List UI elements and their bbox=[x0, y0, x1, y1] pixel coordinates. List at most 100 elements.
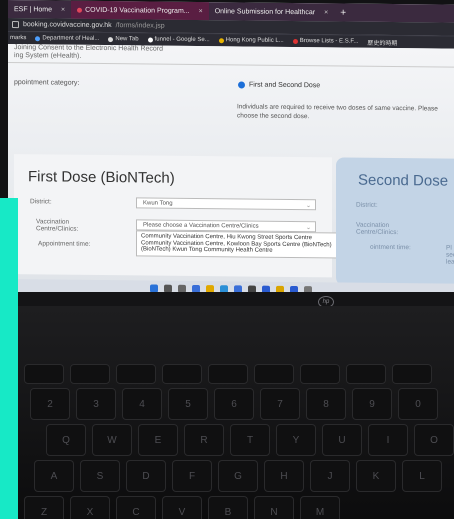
key[interactable]: S bbox=[80, 460, 120, 492]
key[interactable]: Q bbox=[46, 424, 86, 456]
key[interactable]: E bbox=[138, 424, 178, 456]
bookmark-item[interactable]: funnel - Google Se... bbox=[147, 36, 210, 43]
keyboard-row-qwerty: QWERTYUIO bbox=[46, 424, 454, 456]
key[interactable]: 9 bbox=[352, 388, 392, 420]
key[interactable]: H bbox=[264, 460, 304, 492]
close-icon[interactable]: × bbox=[324, 9, 328, 16]
first-second-dose-radio[interactable]: First and Second Dose bbox=[238, 81, 320, 89]
district-select[interactable]: Kwun Tong ⌄ bbox=[136, 197, 316, 211]
first-dose-card: First Dose (BioNTech) bbox=[14, 154, 332, 278]
district-label: District: bbox=[30, 198, 52, 206]
key[interactable] bbox=[254, 364, 294, 384]
key[interactable]: M bbox=[300, 496, 340, 519]
screen-bezel bbox=[10, 292, 454, 306]
key[interactable]: X bbox=[70, 496, 110, 519]
key[interactable]: 4 bbox=[122, 388, 162, 420]
key[interactable] bbox=[346, 364, 386, 384]
second-centre-label: Vaccination Centre/Clinics: bbox=[356, 221, 399, 237]
chevron-down-icon: ⌄ bbox=[305, 203, 311, 210]
key[interactable]: A bbox=[34, 460, 74, 492]
key[interactable]: 0 bbox=[398, 388, 438, 420]
key[interactable]: R bbox=[184, 424, 224, 456]
key[interactable]: J bbox=[310, 460, 350, 492]
second-side-text: Pl sec lea bbox=[446, 244, 454, 266]
first-dose-title: First Dose (BioNTech) bbox=[28, 168, 175, 187]
key[interactable] bbox=[208, 364, 248, 384]
key[interactable]: N bbox=[254, 496, 294, 519]
key[interactable]: F bbox=[172, 460, 212, 492]
divider bbox=[8, 62, 454, 68]
key[interactable]: 7 bbox=[260, 388, 300, 420]
keyboard-row-function bbox=[24, 364, 432, 384]
radio-label: First and Second Dose bbox=[249, 81, 321, 90]
tab-esf-home[interactable]: ESF | Home × bbox=[8, 0, 71, 19]
favicon-icon bbox=[77, 7, 83, 13]
tab-label: Online Submission for Healthcar bbox=[214, 7, 316, 16]
key[interactable]: 6 bbox=[214, 388, 254, 420]
key[interactable]: 5 bbox=[168, 388, 208, 420]
key[interactable]: K bbox=[356, 460, 396, 492]
second-dose-title: Second Dose bbox=[358, 171, 449, 190]
key[interactable]: V bbox=[162, 496, 202, 519]
bookmark-item[interactable]: marks bbox=[10, 35, 26, 41]
keyboard-row-bottom: ZXCVBNM bbox=[24, 496, 340, 519]
google-icon bbox=[147, 36, 153, 43]
key[interactable]: 3 bbox=[76, 388, 116, 420]
appointment-time-label: Appointment time: bbox=[38, 240, 91, 248]
chevron-down-icon: ⌄ bbox=[305, 225, 311, 232]
booking-page: Joining Consent to the Electronic Health… bbox=[8, 44, 454, 300]
key[interactable]: 8 bbox=[306, 388, 346, 420]
keyboard-row-home: ASDFGHJKL bbox=[34, 460, 442, 492]
keyboard-row-numbers: 234567890 bbox=[30, 388, 438, 420]
laptop-photo: ESF | Home × COVID-19 Vaccination Progra… bbox=[0, 0, 454, 519]
key[interactable] bbox=[300, 364, 340, 384]
radio-selected-icon bbox=[238, 81, 245, 89]
key[interactable]: Z bbox=[24, 496, 64, 519]
key[interactable]: 2 bbox=[30, 388, 70, 420]
key[interactable] bbox=[24, 364, 64, 384]
globe-icon bbox=[35, 35, 41, 41]
second-appointment-time-label: ointment time: bbox=[370, 243, 411, 252]
key[interactable]: B bbox=[208, 496, 248, 519]
lock-icon bbox=[12, 21, 19, 29]
bookmark-item[interactable]: 歷史的時期 bbox=[367, 37, 397, 46]
bookmark-item[interactable]: Browse Lists - E.S.F... bbox=[292, 38, 358, 45]
key[interactable]: L bbox=[402, 460, 442, 492]
key[interactable]: I bbox=[368, 424, 408, 456]
tab-covid-vaccination[interactable]: COVID-19 Vaccination Program... × bbox=[71, 0, 209, 21]
key[interactable]: U bbox=[322, 424, 362, 456]
key[interactable]: T bbox=[230, 424, 270, 456]
key[interactable]: Y bbox=[276, 424, 316, 456]
bookmark-item[interactable]: New Tab bbox=[108, 36, 139, 42]
teal-background-strip bbox=[0, 198, 18, 519]
new-tab-button[interactable]: + bbox=[334, 3, 352, 21]
key[interactable]: W bbox=[92, 424, 132, 456]
list-icon bbox=[292, 38, 298, 44]
plus-icon: + bbox=[340, 6, 347, 19]
globe-icon bbox=[108, 36, 114, 42]
tab-online-submission[interactable]: Online Submission for Healthcar × bbox=[209, 2, 334, 21]
tab-label: ESF | Home bbox=[14, 5, 52, 13]
second-district-label: District: bbox=[356, 201, 378, 209]
key[interactable] bbox=[116, 364, 156, 384]
dose-description: Individuals are required to receive two … bbox=[237, 103, 438, 121]
close-icon[interactable]: × bbox=[61, 6, 65, 13]
ehealth-consent-text: Joining Consent to the Electronic Health… bbox=[14, 44, 164, 60]
url-path: /forms/index.jsp bbox=[115, 22, 165, 30]
key[interactable]: O bbox=[414, 424, 454, 456]
key[interactable] bbox=[392, 364, 432, 384]
close-icon[interactable]: × bbox=[199, 7, 203, 14]
appointment-category-label: ppointment category: bbox=[14, 79, 80, 87]
tab-label: COVID-19 Vaccination Program... bbox=[85, 6, 190, 15]
key[interactable]: C bbox=[116, 496, 156, 519]
library-icon bbox=[218, 37, 224, 43]
key[interactable] bbox=[162, 364, 202, 384]
key[interactable] bbox=[70, 364, 110, 384]
url-host: booking.covidvaccine.gov.hk bbox=[23, 21, 112, 30]
bookmark-item[interactable]: Department of Heal... bbox=[35, 35, 99, 42]
laptop-screen: ESF | Home × COVID-19 Vaccination Progra… bbox=[8, 0, 454, 300]
vaccination-centre-label: Vaccination Centre/Clinics: bbox=[36, 218, 79, 233]
key[interactable]: D bbox=[126, 460, 166, 492]
bookmark-item[interactable]: Hong Kong Public L... bbox=[218, 37, 284, 44]
key[interactable]: G bbox=[218, 460, 258, 492]
